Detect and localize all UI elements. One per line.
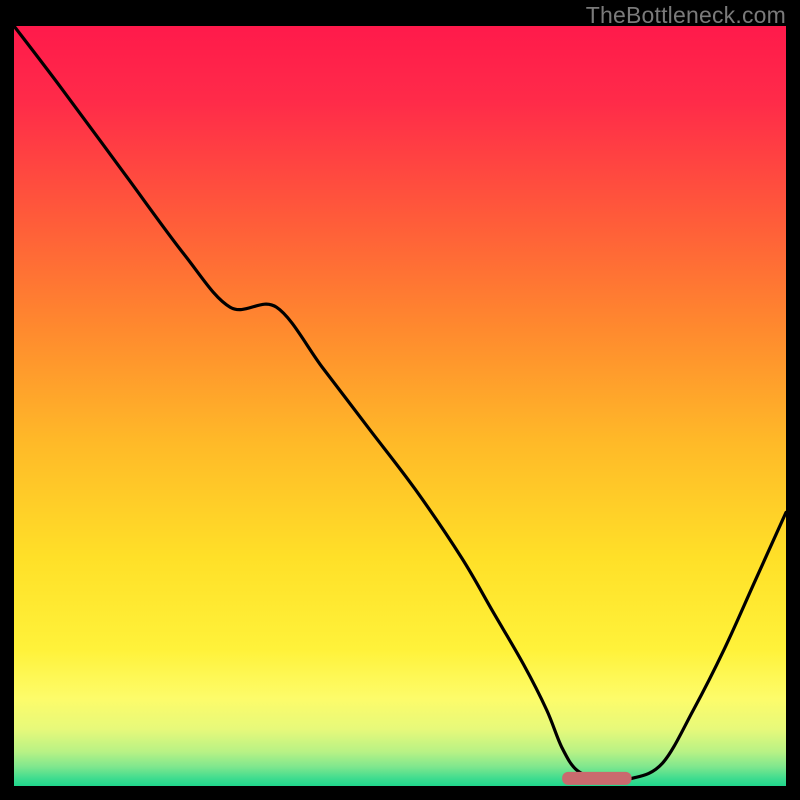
chart-frame xyxy=(14,26,786,786)
watermark-text: TheBottleneck.com xyxy=(586,2,786,29)
chart-curve xyxy=(14,26,786,786)
